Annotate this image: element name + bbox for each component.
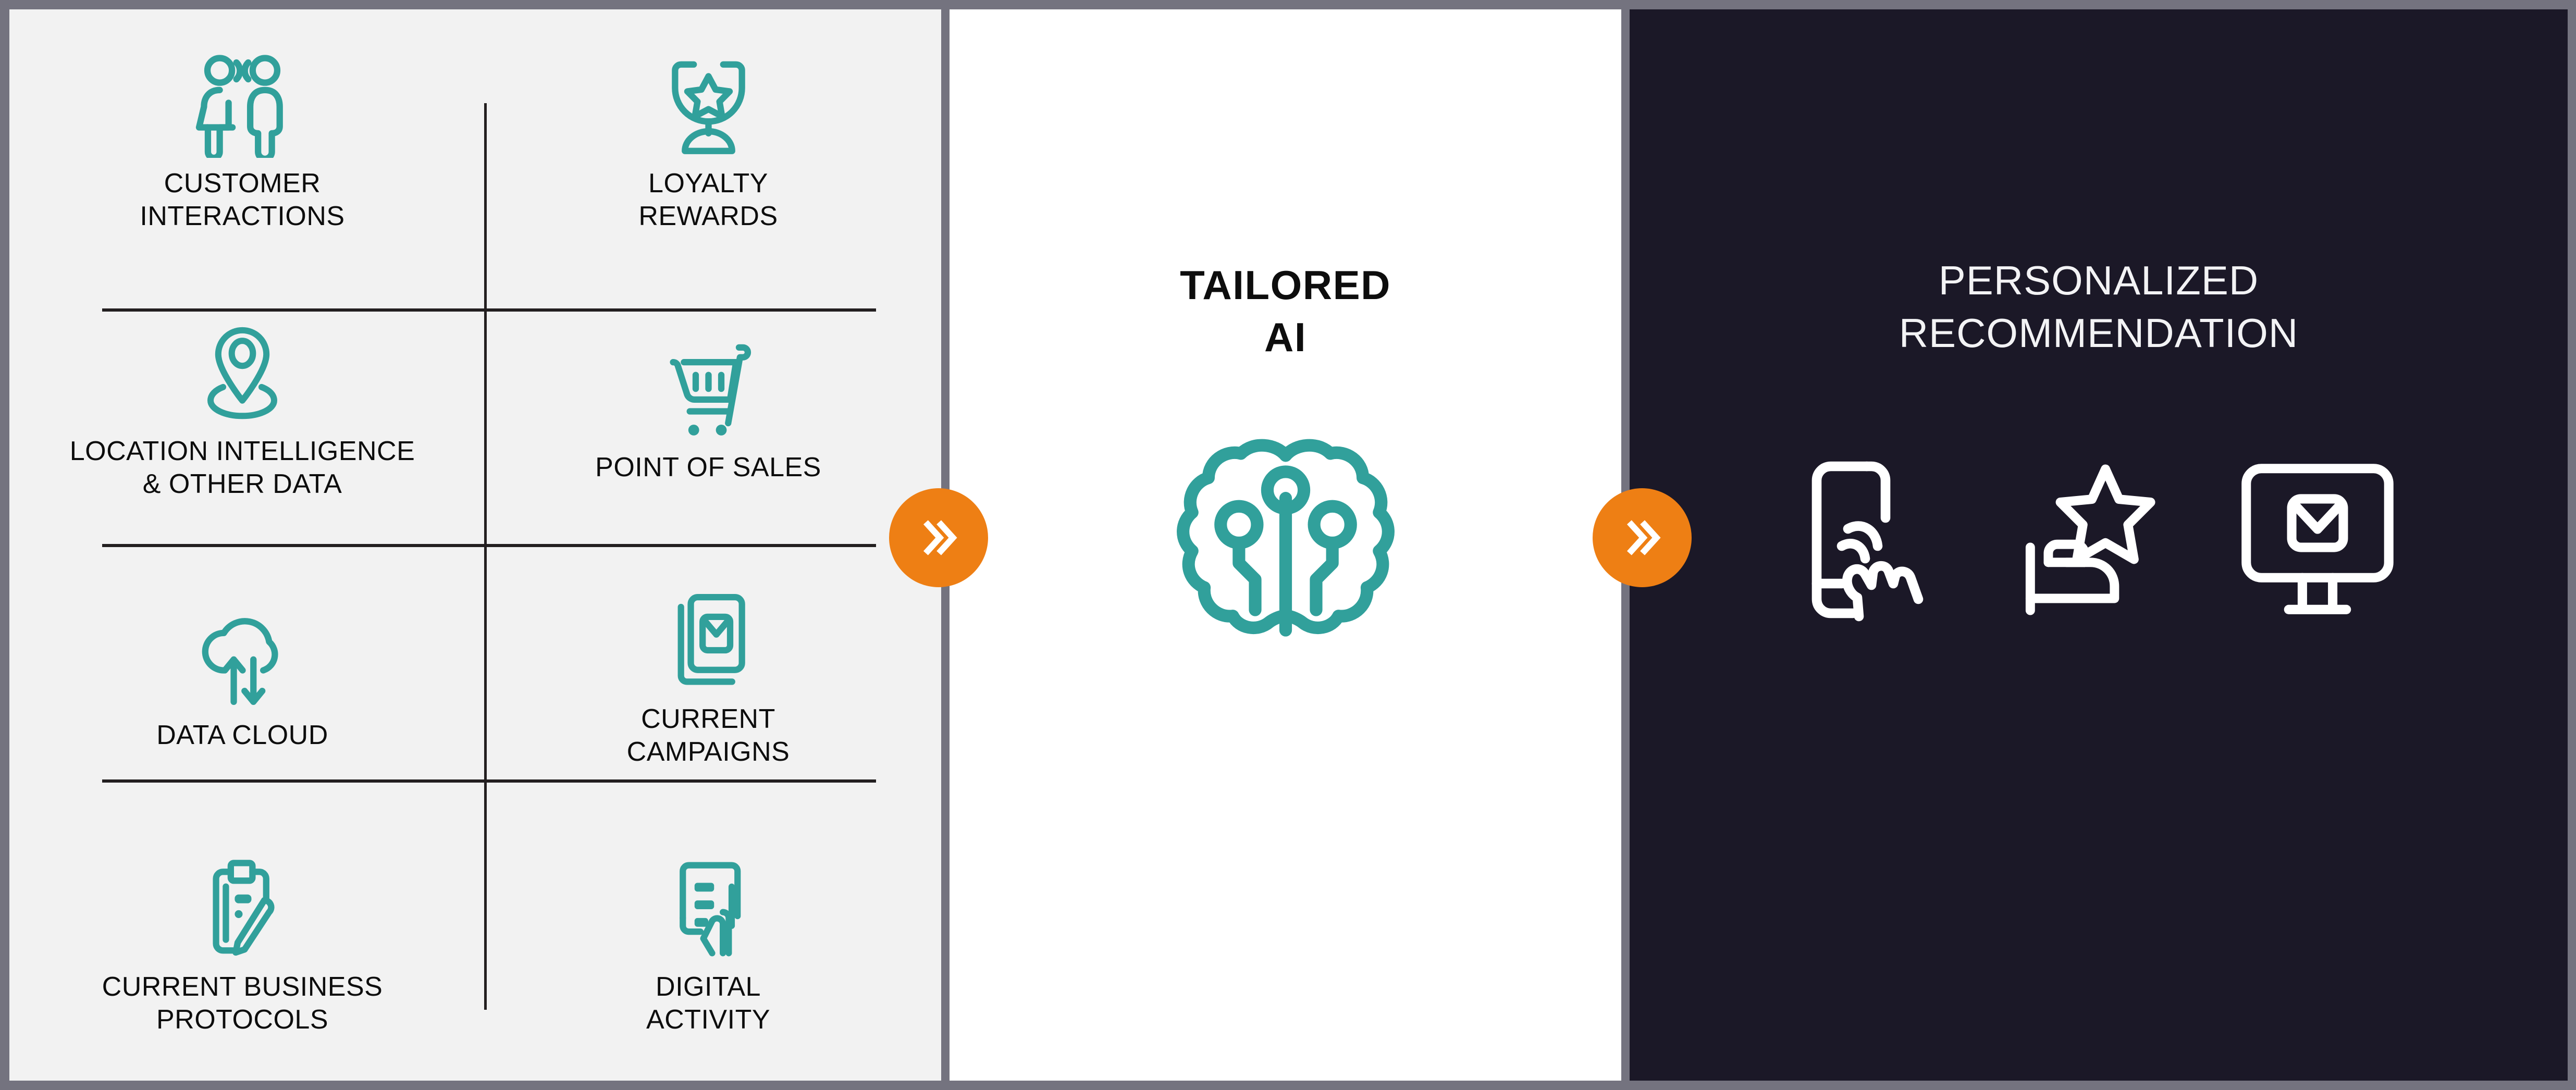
tailored-ai-title: TAILORED AI [1180,262,1391,360]
tailored-ai-panel: TAILORED AI [950,9,1621,1081]
grid-cell-loyalty-rewards[interactable]: LOYALTY REWARDS [475,9,941,277]
grid-cell-label: LOYALTY REWARDS [638,168,778,231]
phone-touch-gesture-icon [1796,454,1953,628]
grid-vertical-divider [484,103,487,1010]
grid-horizontal-divider-3 [102,779,876,783]
personalized-recommendation-title: PERSONALIZED RECOMMENDATION [1899,257,2299,356]
grid-horizontal-divider-2 [102,544,876,547]
monitor-email-icon [2234,454,2401,628]
grid-cell-customer-interactions[interactable]: CUSTOMER INTERACTIONS [9,9,475,277]
cloud-sync-arrows-icon [194,605,291,710]
grid-cell-label: CUSTOMER INTERACTIONS [140,168,345,231]
recommendation-icons-row [1796,454,2401,628]
grid-cell-digital-activity[interactable]: DIGITAL ACTIVITY [475,813,941,1081]
shopping-cart-icon [660,338,757,442]
grid-cell-label: POINT OF SALES [595,452,821,483]
ai-brain-circuit-icon [1166,426,1406,658]
grid-cell-label: CURRENT BUSINESS PROTOCOLS [102,971,383,1035]
tablet-touch-icon [661,857,755,961]
trophy-star-icon [663,54,754,158]
two-people-speaking-icon [193,54,292,158]
grid-cell-label: LOCATION INTELLIGENCE & OTHER DATA [69,436,415,499]
grid-cell-location-intelligence[interactable]: LOCATION INTELLIGENCE & OTHER DATA [9,277,475,545]
flow-arrow-button-2[interactable] [1593,488,1692,587]
grid-cell-label: CURRENT CAMPAIGNS [626,703,790,767]
data-sources-panel: CUSTOMER INTERACTIONS LOYALTY REWARDS LO… [9,9,941,1081]
double-chevron-right-icon [1626,520,1661,555]
grid-cell-current-business-protocols[interactable]: CURRENT BUSINESS PROTOCOLS [9,813,475,1081]
diagram-canvas: CUSTOMER INTERACTIONS LOYALTY REWARDS LO… [0,0,2576,1090]
grid-cell-data-cloud[interactable]: DATA CLOUD [9,545,475,813]
map-pin-icon [198,321,287,426]
stacked-email-icon [663,589,754,693]
grid-cell-label: DATA CLOUD [156,720,328,751]
grid-cell-current-campaigns[interactable]: CURRENT CAMPAIGNS [475,545,941,813]
grid-cell-label: DIGITAL ACTIVITY [646,971,771,1035]
grid-cell-point-of-sales[interactable]: POINT OF SALES [475,277,941,545]
personalized-recommendation-panel: PERSONALIZED RECOMMENDATION [1630,9,2568,1081]
double-chevron-right-icon [923,520,957,555]
bed-star-rating-icon [2015,454,2172,628]
clipboard-pen-icon [197,857,288,961]
grid-horizontal-divider-1 [102,308,876,312]
flow-arrow-button-1[interactable] [889,488,988,587]
